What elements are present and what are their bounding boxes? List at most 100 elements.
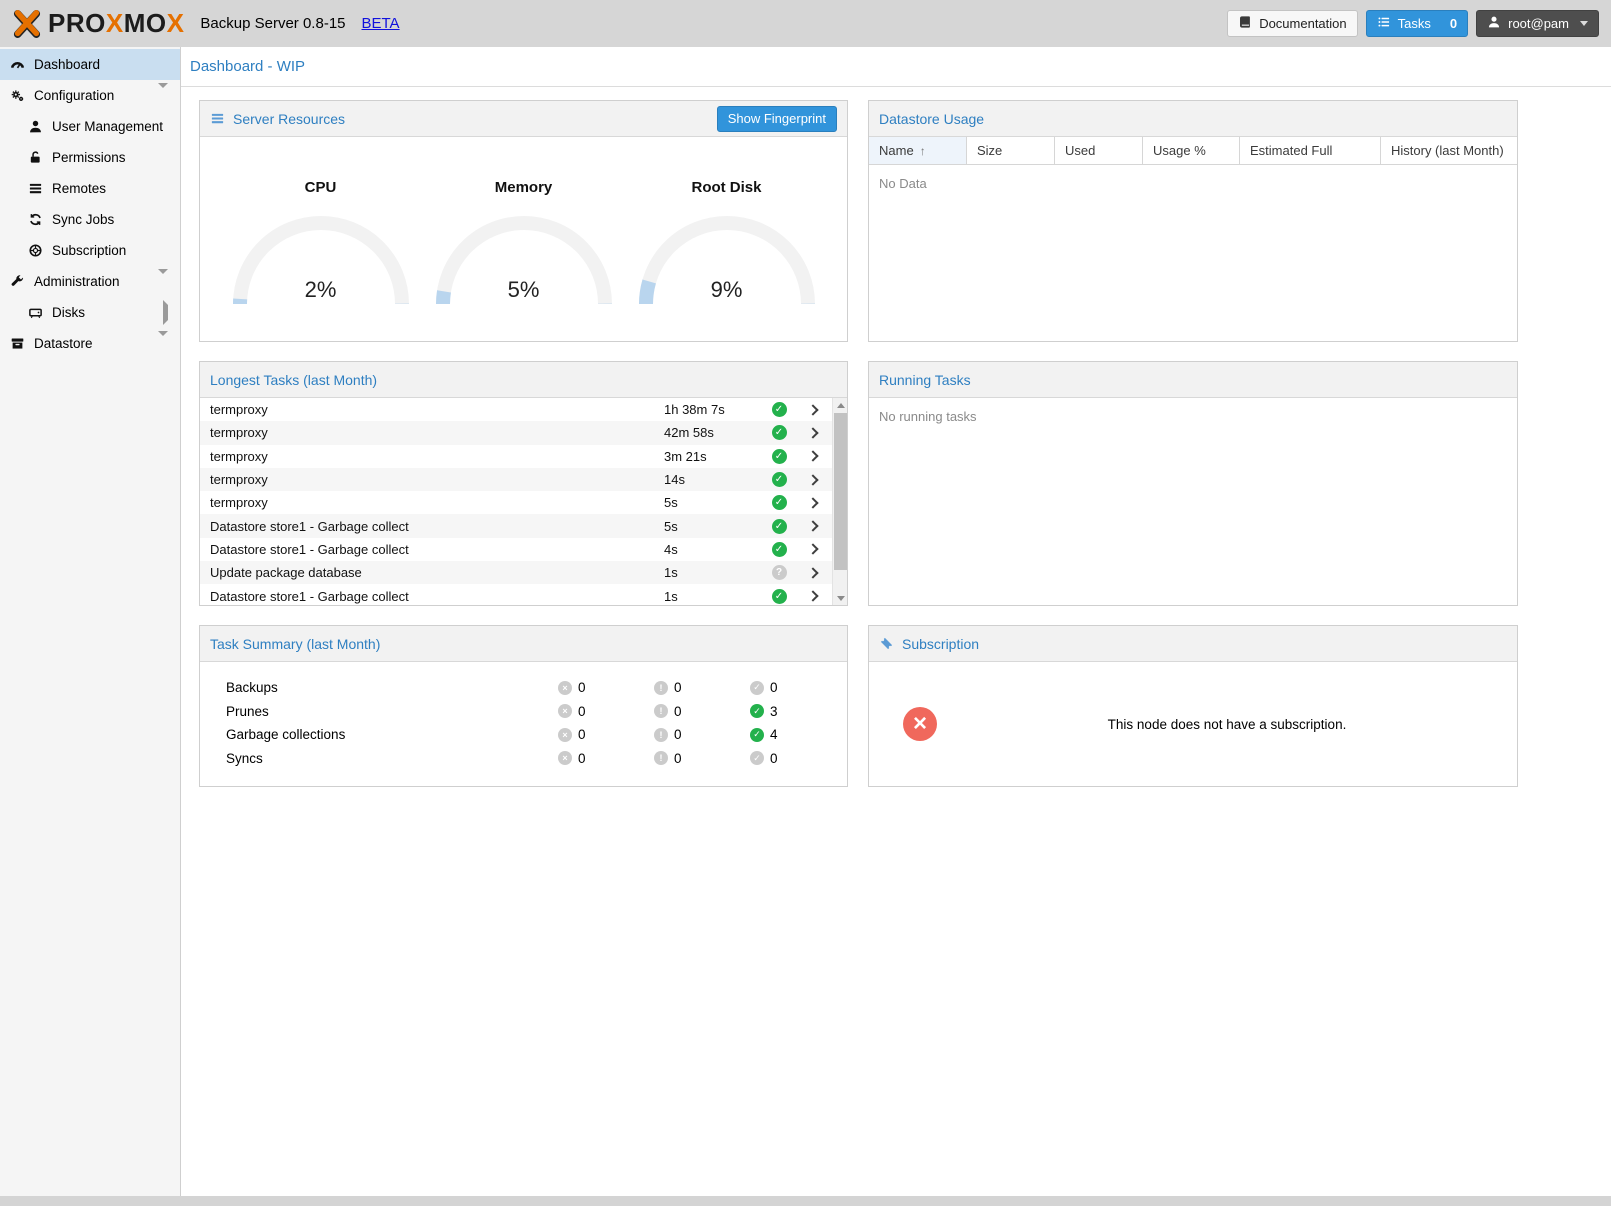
scrollbar-thumb[interactable]: [834, 413, 847, 570]
sidebar-item-user-management[interactable]: User Management: [0, 111, 180, 142]
product-version: Backup Server 0.8-15: [200, 15, 345, 32]
sidebar-item-label: Remotes: [52, 181, 106, 196]
task-row[interactable]: Update package database1s?: [200, 561, 847, 584]
chevron-right-icon: [807, 497, 818, 508]
column-header-name[interactable]: Name↑: [869, 137, 967, 164]
gears-icon: [10, 88, 25, 103]
chevron-right-icon: [807, 544, 818, 555]
task-row[interactable]: Datastore store1 - Garbage collect4s✓: [200, 538, 847, 561]
task-name: termproxy: [200, 495, 664, 510]
open-task-button[interactable]: [794, 592, 832, 600]
gauge-label: Memory: [495, 179, 553, 196]
task-status: ✓: [764, 425, 794, 440]
task-row[interactable]: termproxy14s✓: [200, 468, 847, 491]
task-status: ✓: [764, 472, 794, 487]
task-name: termproxy: [200, 472, 664, 487]
open-task-button[interactable]: [794, 406, 832, 414]
open-task-button[interactable]: [794, 569, 832, 577]
scrollbar[interactable]: [832, 398, 847, 605]
proxmox-logo: PROXMOX: [12, 8, 184, 39]
sidebar-item-datastore[interactable]: Datastore: [0, 328, 180, 359]
sidebar-item-sync-jobs[interactable]: Sync Jobs: [0, 204, 180, 235]
server-bars-icon: [210, 111, 225, 126]
open-task-button[interactable]: [794, 522, 832, 530]
chevron-right-icon: [807, 567, 818, 578]
page-title: Dashboard - WIP: [190, 58, 305, 75]
column-header-size[interactable]: Size: [967, 137, 1055, 164]
no-subscription-icon: ×: [903, 707, 937, 741]
task-name: Datastore store1 - Garbage collect: [200, 542, 664, 557]
chevron-right-icon: [807, 427, 818, 438]
sidebar-item-label: Dashboard: [34, 57, 100, 72]
sidebar-item-subscription[interactable]: Subscription: [0, 235, 180, 266]
longest-tasks-panel: Longest Tasks (last Month) termproxy1h 3…: [199, 361, 848, 606]
sidebar-item-remotes[interactable]: Remotes: [0, 173, 180, 204]
show-fingerprint-button[interactable]: Show Fingerprint: [717, 106, 837, 132]
task-status: ✓: [764, 589, 794, 604]
check-circle-icon: ✓: [772, 449, 787, 464]
book-icon: [1238, 15, 1252, 32]
user-icon: [1487, 15, 1501, 32]
column-header-used[interactable]: Used: [1055, 137, 1143, 164]
chevron-right-icon: [807, 520, 818, 531]
running-tasks-empty-text: No running tasks: [869, 398, 1517, 435]
expander-down-icon[interactable]: [158, 88, 168, 103]
sidebar-item-permissions[interactable]: Permissions: [0, 142, 180, 173]
column-header-estimated-full[interactable]: Estimated Full: [1240, 137, 1381, 164]
gauge-arc: 9%: [637, 210, 817, 307]
question-circle-icon: ?: [772, 565, 787, 580]
open-task-button[interactable]: [794, 476, 832, 484]
column-header-usage-[interactable]: Usage %: [1143, 137, 1240, 164]
summary-row-backups: Backups×0!0✓0: [200, 676, 847, 700]
chevron-right-icon: [807, 590, 818, 601]
server-resources-title: Server Resources: [233, 111, 345, 127]
scrollbar-down-arrow[interactable]: [833, 591, 848, 605]
warning-count: 0: [674, 680, 682, 695]
error-count: 0: [578, 704, 586, 719]
column-label: History (last Month): [1391, 143, 1504, 158]
expander-right-icon[interactable]: [163, 305, 168, 320]
summary-warning-cell: !0: [654, 727, 750, 742]
sidebar-item-dashboard[interactable]: Dashboard: [0, 49, 180, 80]
task-row[interactable]: termproxy42m 58s✓: [200, 421, 847, 444]
ok-count: 3: [770, 704, 778, 719]
open-task-button[interactable]: [794, 429, 832, 437]
task-status: ✓: [764, 449, 794, 464]
beta-link[interactable]: BETA: [362, 15, 400, 32]
task-row[interactable]: termproxy1h 38m 7s✓: [200, 398, 847, 421]
task-row[interactable]: Datastore store1 - Garbage collect1s✓: [200, 584, 847, 605]
expander-down-icon[interactable]: [158, 336, 168, 351]
sidebar-item-label: Configuration: [34, 88, 114, 103]
scrollbar-up-arrow[interactable]: [833, 398, 848, 412]
error-count: 0: [578, 727, 586, 742]
sidebar-item-configuration[interactable]: Configuration: [0, 80, 180, 111]
column-header-history-last-month-[interactable]: History (last Month): [1381, 137, 1517, 164]
sidebar: Dashboard Configuration User Management Per…: [0, 47, 181, 1196]
sidebar-item-disks[interactable]: Disks: [0, 297, 180, 328]
open-task-button[interactable]: [794, 499, 832, 507]
task-duration: 5s: [664, 519, 764, 534]
gauge-arc: 2%: [231, 210, 411, 307]
expander-down-icon[interactable]: [158, 274, 168, 289]
tasks-button[interactable]: Tasks 0: [1366, 10, 1468, 37]
user-menu-button[interactable]: root@pam: [1476, 10, 1599, 37]
task-row[interactable]: termproxy3m 21s✓: [200, 445, 847, 468]
check-circle-icon: ✓: [772, 495, 787, 510]
column-label: Usage %: [1153, 143, 1206, 158]
open-task-button[interactable]: [794, 452, 832, 460]
gauge-value: 5%: [434, 277, 614, 303]
unlock-icon: [28, 150, 43, 165]
task-row[interactable]: Datastore store1 - Garbage collect5s✓: [200, 514, 847, 537]
sidebar-item-label: User Management: [52, 119, 163, 134]
sidebar-item-administration[interactable]: Administration: [0, 266, 180, 297]
task-row[interactable]: termproxy5s✓: [200, 491, 847, 514]
sidebar-item-label: Permissions: [52, 150, 126, 165]
warning-count: 0: [674, 727, 682, 742]
check-circle-icon: ✓: [750, 704, 764, 718]
summary-error-cell: ×0: [558, 751, 654, 766]
sidebar-item-label: Subscription: [52, 243, 126, 258]
gauge-value: 2%: [231, 277, 411, 303]
open-task-button[interactable]: [794, 545, 832, 553]
task-duration: 42m 58s: [664, 425, 764, 440]
documentation-button[interactable]: Documentation: [1227, 10, 1357, 37]
